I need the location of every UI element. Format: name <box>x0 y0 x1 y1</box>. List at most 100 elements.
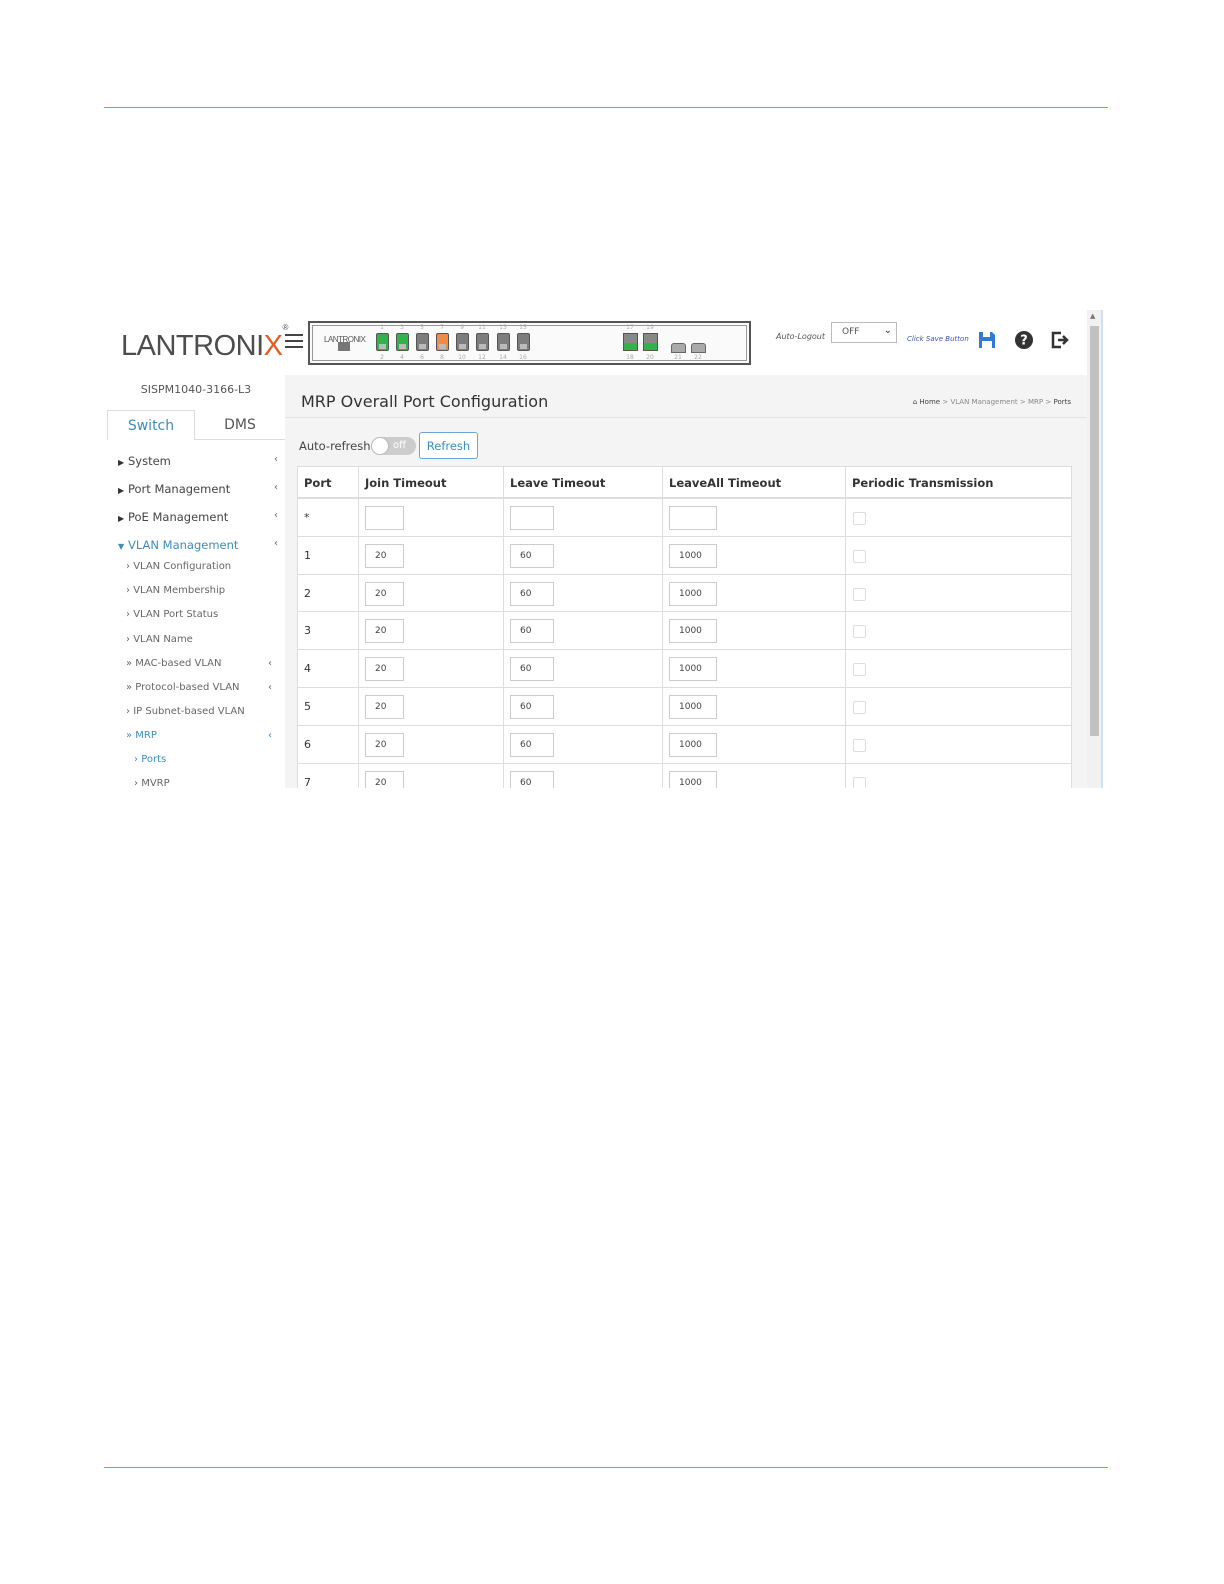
lantronix-logo: LANTRONIX® <box>121 323 288 362</box>
port-number-label: 21 <box>674 354 682 361</box>
auto-logout-label: Auto-Logout <box>776 332 825 341</box>
switch-port[interactable] <box>436 333 449 351</box>
table-row: 1 20 60 1000 <box>298 536 1071 575</box>
leaveall-timeout-input[interactable]: 1000 <box>669 770 717 788</box>
leave-timeout-input[interactable]: 60 <box>510 581 554 606</box>
periodic-transmission-checkbox[interactable] <box>853 776 866 788</box>
leave-timeout-input[interactable]: 60 <box>510 543 554 568</box>
switch-port[interactable] <box>416 333 429 351</box>
port-number-label: 3 <box>400 324 404 331</box>
table-row: * <box>298 499 1071 537</box>
help-icon[interactable]: ? <box>1014 330 1034 350</box>
leave-timeout-input[interactable]: 60 <box>510 732 554 757</box>
sfp-port[interactable] <box>671 343 686 353</box>
sidebar-item-vlan-management[interactable]: ▼ VLAN Management ‹ <box>118 538 278 552</box>
port-cell: 7 <box>298 763 359 788</box>
column-header-port: Port <box>298 467 359 497</box>
content-divider <box>285 417 1087 418</box>
port-number-label: 16 <box>519 354 527 361</box>
sidebar-item-mvrp[interactable]: › MVRP <box>134 778 284 788</box>
sidebar-item-ip-subnet-based-vlan[interactable]: › IP Subnet-based VLAN <box>126 706 276 717</box>
auto-refresh-toggle[interactable]: off <box>371 437 416 455</box>
sidebar-item-system[interactable]: ▶ System ‹ <box>118 454 278 468</box>
leaveall-timeout-input[interactable]: 1000 <box>669 694 717 719</box>
menu-icon[interactable] <box>285 334 303 350</box>
chevron-left-icon: ‹ <box>274 454 278 465</box>
join-timeout-input[interactable]: 20 <box>365 619 404 644</box>
join-timeout-input[interactable]: 20 <box>365 657 404 682</box>
port-number-label: 9 <box>460 324 464 331</box>
leaveall-timeout-input[interactable] <box>669 506 717 530</box>
periodic-transmission-checkbox[interactable] <box>853 512 866 525</box>
chevron-left-icon: ‹ <box>268 658 272 669</box>
switch-port[interactable] <box>456 333 469 351</box>
leaveall-timeout-input[interactable]: 1000 <box>669 543 717 568</box>
sidebar-item-vlan-membership[interactable]: › VLAN Membership <box>126 585 276 596</box>
sidebar-item-protocol-based-vlan[interactable]: » Protocol-based VLAN ‹ <box>126 682 276 693</box>
sidebar-item-vlan-name[interactable]: › VLAN Name <box>126 634 276 645</box>
periodic-transmission-checkbox[interactable] <box>853 700 866 714</box>
scrollbar[interactable]: ▲ <box>1087 310 1101 788</box>
leaveall-timeout-input[interactable]: 1000 <box>669 732 717 757</box>
screenshot-window: LANTRONIX® LANTRONIX 1 2 3 4 5 6 7 8 9 10 11 12 13 14… <box>107 310 1103 788</box>
leave-timeout-input[interactable]: 60 <box>510 770 554 788</box>
leave-timeout-input[interactable]: 60 <box>510 619 554 644</box>
sidebar-item-poe-management[interactable]: ▶ PoE Management ‹ <box>118 510 278 524</box>
chevron-left-icon: ‹ <box>274 510 278 521</box>
tab-dms[interactable]: DMS <box>195 410 285 440</box>
sidebar-item-port-management[interactable]: ▶ Port Management ‹ <box>118 482 278 496</box>
breadcrumb-mrp[interactable]: MRP <box>1028 398 1043 406</box>
leaveall-timeout-input[interactable]: 1000 <box>669 657 717 682</box>
sidebar-item-vlan-configuration[interactable]: › VLAN Configuration <box>126 561 276 572</box>
table-row: 3 20 60 1000 <box>298 612 1071 651</box>
port-number-label: 14 <box>499 354 507 361</box>
switch-port[interactable] <box>396 333 409 351</box>
port-number-label: 11 <box>478 324 486 331</box>
switch-port[interactable] <box>517 333 530 351</box>
sfp-port[interactable] <box>623 333 638 351</box>
sidebar-item-mrp-ports[interactable]: › Ports <box>134 754 284 765</box>
join-timeout-input[interactable]: 20 <box>365 770 404 788</box>
join-timeout-input[interactable]: 20 <box>365 543 404 568</box>
port-number-label: 19 <box>646 324 654 331</box>
join-timeout-input[interactable]: 20 <box>365 581 404 606</box>
auto-logout-select[interactable]: OFF ⌄ <box>831 322 897 343</box>
leaveall-timeout-input[interactable]: 1000 <box>669 619 717 644</box>
periodic-transmission-checkbox[interactable] <box>853 587 866 601</box>
refresh-button[interactable]: Refresh <box>419 432 478 459</box>
join-timeout-input[interactable]: 20 <box>365 732 404 757</box>
logout-icon[interactable] <box>1050 330 1070 350</box>
table-row: 7 20 60 1000 <box>298 763 1071 788</box>
port-cell: 3 <box>298 612 359 650</box>
save-icon[interactable] <box>977 330 997 350</box>
breadcrumb: ⌂ Home > VLAN Management > MRP > Ports <box>912 398 1071 406</box>
periodic-transmission-checkbox[interactable] <box>853 549 866 563</box>
switch-port[interactable] <box>497 333 510 351</box>
switch-port[interactable] <box>376 333 389 351</box>
sidebar-item-mac-based-vlan[interactable]: » MAC-based VLAN ‹ <box>126 658 276 669</box>
breadcrumb-vlan-management[interactable]: VLAN Management <box>950 398 1017 406</box>
scroll-up-icon[interactable]: ▲ <box>1090 312 1095 320</box>
leaveall-timeout-input[interactable]: 1000 <box>669 581 717 606</box>
sfp-port[interactable] <box>691 343 706 353</box>
chevron-left-icon: ‹ <box>268 730 272 741</box>
port-number-label: 22 <box>694 354 702 361</box>
scroll-thumb[interactable] <box>1090 326 1099 736</box>
sfp-port[interactable] <box>643 333 658 351</box>
periodic-transmission-checkbox[interactable] <box>853 738 866 752</box>
sidebar-item-mrp[interactable]: » MRP ‹ <box>126 730 276 741</box>
breadcrumb-home[interactable]: Home <box>919 398 940 406</box>
leave-timeout-input[interactable] <box>510 506 554 530</box>
caret-right-icon: ▶ <box>118 486 125 495</box>
switch-port[interactable] <box>476 333 489 351</box>
leave-timeout-input[interactable]: 60 <box>510 657 554 682</box>
join-timeout-input[interactable]: 20 <box>365 694 404 719</box>
periodic-transmission-checkbox[interactable] <box>853 663 866 677</box>
tab-switch[interactable]: Switch <box>107 410 195 440</box>
join-timeout-input[interactable] <box>365 506 404 530</box>
sidebar-item-vlan-port-status[interactable]: › VLAN Port Status <box>126 609 276 620</box>
periodic-transmission-checkbox[interactable] <box>853 625 866 639</box>
leave-timeout-input[interactable]: 60 <box>510 694 554 719</box>
port-number-label: 7 <box>440 324 444 331</box>
port-number-label: 15 <box>519 324 527 331</box>
